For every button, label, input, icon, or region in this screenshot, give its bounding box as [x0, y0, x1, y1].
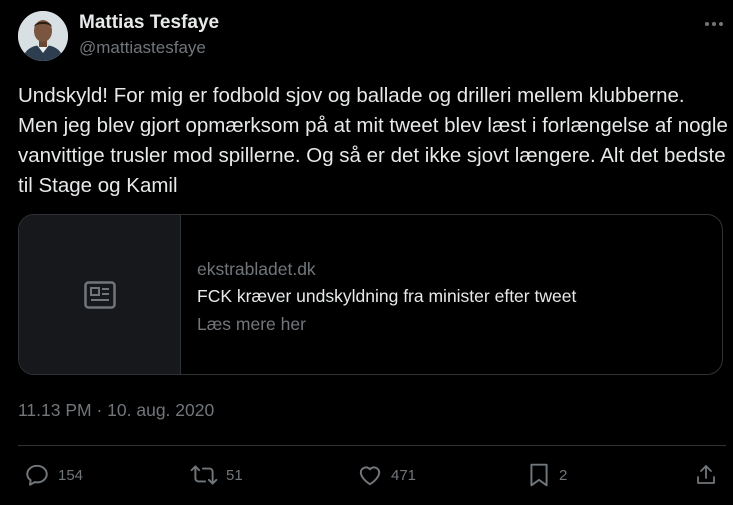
link-card-domain: ekstrabladet.dk [197, 259, 316, 279]
more-options-button[interactable] [700, 10, 728, 38]
link-card[interactable]: ekstrabladet.dk FCK kræver undskyldning … [18, 214, 723, 375]
retweet-icon [190, 465, 218, 485]
tweet-timestamp[interactable]: 11.13 PM · 10. aug. 2020 [18, 400, 214, 421]
bookmark-icon [530, 463, 548, 487]
reply-count: 154 [58, 466, 84, 484]
tweet-text: Undskyld! For mig er fodbold sjov og bal… [18, 84, 728, 197]
author-name[interactable]: Mattias Tesfaye [79, 12, 219, 34]
avatar-image [18, 11, 68, 61]
bookmark-count: 2 [559, 466, 568, 484]
like-count: 471 [391, 466, 417, 484]
share-icon [697, 465, 715, 484]
reply-button[interactable]: 154 [24, 461, 83, 489]
avatar[interactable] [18, 11, 68, 61]
heart-icon [359, 466, 381, 486]
divider [18, 445, 726, 446]
author-handle[interactable]: @mattiastesfaye [79, 38, 206, 58]
article-icon [83, 280, 116, 309]
tweet: Mattias Tesfaye @mattiastesfaye Undskyld… [0, 0, 733, 505]
more-dots-icon [705, 22, 723, 26]
link-card-subtitle: Læs mere her [197, 314, 306, 334]
link-card-thumbnail [19, 215, 181, 374]
link-card-title: FCK kræver undskyldning fra minister eft… [197, 286, 577, 306]
retweet-count: 51 [226, 466, 243, 484]
reply-icon [26, 464, 48, 486]
like-button[interactable]: 471 [357, 461, 416, 489]
share-button[interactable] [694, 461, 718, 489]
bookmark-button[interactable]: 2 [527, 461, 567, 489]
retweet-button[interactable]: 51 [190, 461, 243, 489]
